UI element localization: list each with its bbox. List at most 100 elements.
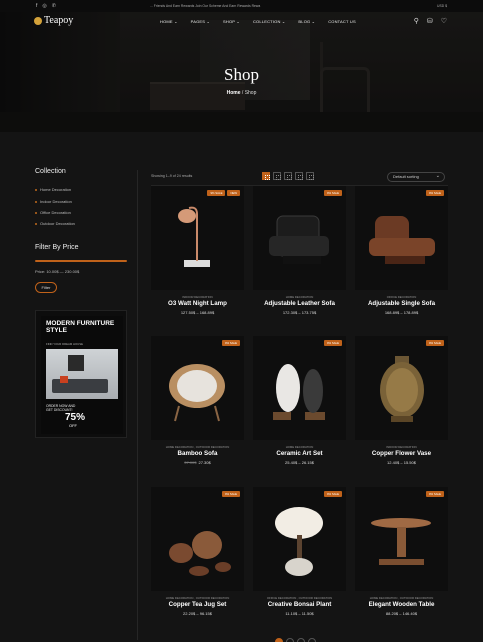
- product-category[interactable]: INDOOR DECORATION: [355, 445, 448, 449]
- page-2[interactable]: [286, 638, 294, 642]
- product-name[interactable]: Adjustable Leather Sofa: [253, 300, 346, 307]
- product-badge: 9% SALE: [426, 340, 444, 346]
- product-badge: 9% SALE: [222, 491, 240, 497]
- nav-collection[interactable]: COLLECTION ⌄: [253, 19, 285, 24]
- product-category[interactable]: HOME DECORATION , OUTDOOR DECORATION: [151, 596, 244, 600]
- product-price: 37.00$ 27.30$: [151, 460, 244, 465]
- view-switcher: [262, 172, 314, 180]
- grid-5-view-icon[interactable]: [284, 172, 292, 180]
- bullet-icon: [35, 200, 37, 203]
- product-price-value: 27.30$: [198, 460, 211, 465]
- product-badge: 9% SALE: [426, 491, 444, 497]
- product-badge: 9% SALE: [324, 340, 342, 346]
- product-price-value: 172.30$ – 173.75$: [282, 310, 317, 315]
- product-category[interactable]: HOME DECORATION , OUTDOOR DECORATION: [151, 445, 244, 449]
- category-indoor-decoration[interactable]: Indoor Decoration: [35, 199, 72, 204]
- product-name[interactable]: Ceramic Art Set: [253, 450, 346, 457]
- cart-icon[interactable]: ⛁: [427, 17, 433, 25]
- product-category[interactable]: OFFICE DECORATION , OUTDOOR DECORATION: [253, 596, 346, 600]
- product-category[interactable]: HOME DECORATION , OUTDOOR DECORATION: [355, 596, 448, 600]
- page-3[interactable]: [297, 638, 305, 642]
- instagram-icon[interactable]: ◎: [42, 3, 46, 9]
- grid-6-view-icon[interactable]: [295, 172, 303, 180]
- collection-title: Collection: [35, 168, 66, 175]
- product-price: 168.89$ – 178.89$: [355, 310, 448, 315]
- site-logo[interactable]: Teapoy: [34, 15, 73, 26]
- product-image[interactable]: 9% SALE: [355, 336, 448, 440]
- promo-discount: 75%: [65, 412, 86, 423]
- product-name[interactable]: Elegant Wooden Table: [355, 601, 448, 608]
- product-image[interactable]: 9% SALE NEW: [151, 186, 244, 290]
- product-price: 127.50$ – 168.89$: [151, 310, 244, 315]
- page-hero: Shop Home / Shop: [0, 12, 483, 132]
- search-icon[interactable]: ⚲: [414, 17, 419, 25]
- category-label: Indoor Decoration: [40, 199, 72, 204]
- breadcrumb: Home / Shop: [0, 90, 483, 96]
- whatsapp-icon[interactable]: ✆: [52, 3, 56, 9]
- page-next[interactable]: [308, 638, 316, 642]
- breadcrumb-home[interactable]: Home: [227, 90, 241, 96]
- product-price-value: 11.10$ – 11.50$: [285, 611, 314, 616]
- breadcrumb-current: Shop: [244, 90, 257, 96]
- product-image[interactable]: 9% SALE: [253, 336, 346, 440]
- product-badges: 9% SALE: [324, 340, 342, 346]
- promo-wall-art: [68, 355, 84, 371]
- product-badge: 9% SALE: [324, 491, 342, 497]
- product-image[interactable]: 9% SALE: [151, 336, 244, 440]
- product-price-value: 168.89$ – 178.89$: [384, 310, 419, 315]
- product-image[interactable]: 9% SALE: [253, 487, 346, 591]
- product-image[interactable]: 9% SALE: [253, 186, 346, 290]
- price-range-slider[interactable]: [35, 260, 127, 262]
- product-name[interactable]: Creative Bonsai Plant: [253, 601, 346, 608]
- sorting-select[interactable]: Default sorting: [387, 172, 445, 182]
- product-name[interactable]: Bamboo Sofa: [151, 450, 244, 457]
- grid-3-view-icon[interactable]: [262, 172, 270, 180]
- product-category[interactable]: OFFICE DECORATION: [355, 295, 448, 299]
- nav-pages[interactable]: PAGES ⌄: [191, 19, 210, 24]
- product-category[interactable]: INDOOR DECORATION: [151, 295, 244, 299]
- nav-shop[interactable]: SHOP ⌄: [223, 19, 240, 24]
- product-name[interactable]: Copper Tea Jug Set: [151, 601, 244, 608]
- product-name[interactable]: Copper Flower Vase: [355, 450, 448, 457]
- breadcrumb-separator: /: [241, 90, 244, 96]
- nav-blog[interactable]: BLOG ⌄: [298, 19, 315, 24]
- currency-selector[interactable]: USD $: [437, 4, 447, 8]
- product-image[interactable]: 9% SALE: [355, 487, 448, 591]
- list-view-icon[interactable]: [306, 172, 314, 180]
- promo-pillow: [60, 376, 68, 383]
- product-category[interactable]: HOME DECORATION: [253, 445, 346, 449]
- grid-4-view-icon[interactable]: [273, 172, 281, 180]
- product-badge: 9% SALE: [207, 190, 226, 196]
- product-price-value: 22.20$ – 96.15$: [183, 611, 212, 616]
- promo-banner[interactable]: MODERN FURNITURE STYLE FIND YOUR DREAM H…: [35, 310, 127, 438]
- nav-home[interactable]: HOME ⌄: [160, 19, 178, 24]
- product-badge: 9% SALE: [222, 340, 240, 346]
- product-name[interactable]: Adjustable Single Sofa: [355, 300, 448, 307]
- page-title: Shop: [224, 65, 259, 84]
- nav-contact[interactable]: CONTACT US: [328, 19, 356, 24]
- product-old-price: 37.00$: [184, 460, 197, 465]
- product-price: 88.20$ – 146.40$: [355, 611, 448, 616]
- product-badges: 9% SALE: [324, 190, 342, 196]
- product-image[interactable]: 9% SALE: [151, 487, 244, 591]
- facebook-icon[interactable]: f: [36, 3, 37, 9]
- column-divider: [137, 170, 138, 640]
- wishlist-icon[interactable]: ♡: [441, 17, 447, 25]
- page-1[interactable]: [275, 638, 283, 642]
- product-price: 25.40$ – 26.15$: [253, 460, 346, 465]
- product-name[interactable]: O3 Watt Night Lamp: [151, 300, 244, 307]
- promo-sub: FIND YOUR DREAM HOUSE: [46, 342, 83, 346]
- product-image[interactable]: 9% SALE: [355, 186, 448, 290]
- category-home-decoration[interactable]: Home Decoration: [35, 187, 71, 192]
- product-price: 11.10$ – 11.50$: [253, 611, 346, 616]
- product-badges: 9% SALE: [426, 340, 444, 346]
- category-outdoor-decoration[interactable]: Outdoor Decoration: [35, 221, 75, 226]
- product-price: 12.40$ – 15.50$: [355, 460, 448, 465]
- product-badges: 9% SALE: [426, 190, 444, 196]
- filter-button[interactable]: Filter: [35, 282, 57, 293]
- category-office-decoration[interactable]: Office Decoration: [35, 210, 71, 215]
- promo-ticker: ... Friends And Earn Rewards Join Our Sc…: [150, 4, 261, 8]
- top-bar: f ◎ ✆ ... Friends And Earn Rewards Join …: [0, 0, 483, 12]
- product-badges: 9% SALE: [426, 491, 444, 497]
- product-category[interactable]: HOME DECORATION: [253, 295, 346, 299]
